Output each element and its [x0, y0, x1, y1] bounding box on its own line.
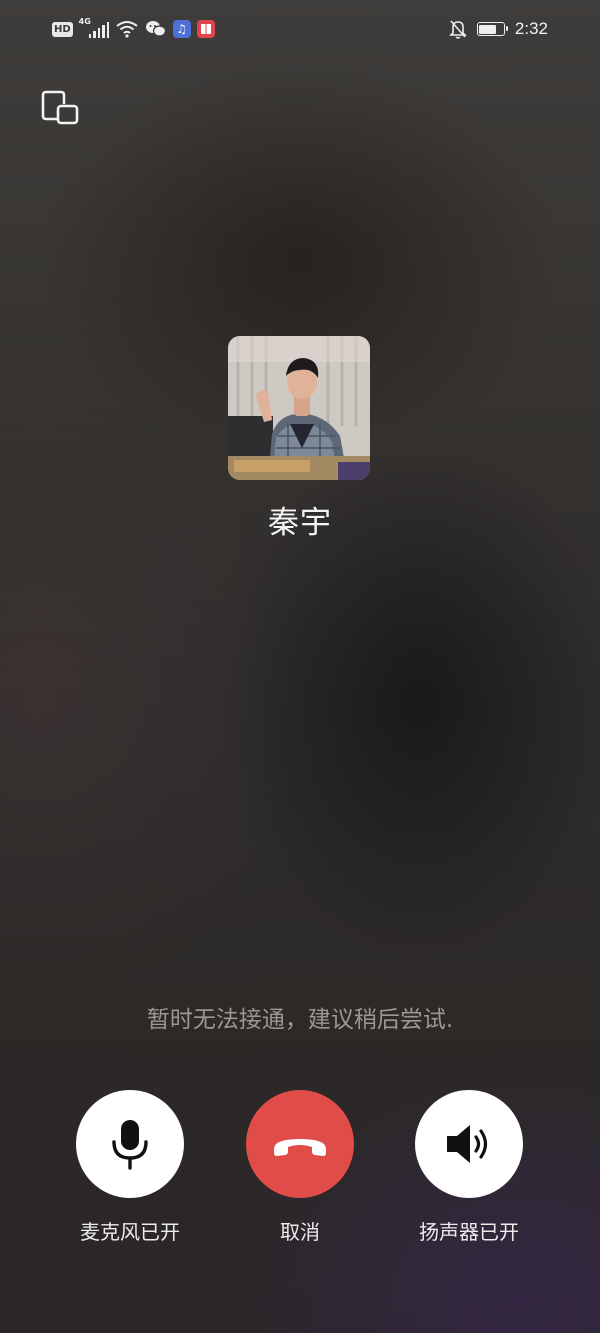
microphone-button[interactable]: [76, 1090, 184, 1198]
wechat-icon: [145, 19, 167, 39]
hang-up-button[interactable]: [246, 1090, 354, 1198]
cancel-control: 取消: [230, 1090, 370, 1245]
contact-avatar: [228, 336, 370, 480]
status-time: 2:32: [514, 19, 548, 38]
hd-badge-icon: HD: [52, 21, 73, 37]
speaker-button[interactable]: [415, 1090, 523, 1198]
speaker-label: 扬声器已开: [419, 1220, 519, 1244]
microphone-control: 麦克风已开: [60, 1090, 200, 1245]
status-bar: HD 4G ♫ 2:32: [0, 0, 600, 58]
book-app-icon: [196, 20, 215, 38]
bell-off-icon: [448, 19, 467, 39]
battery-icon: [476, 22, 508, 36]
floating-window-icon: [41, 90, 79, 125]
microphone-icon: [112, 1120, 148, 1170]
speaker-icon: [447, 1125, 488, 1163]
music-app-icon: ♫: [172, 20, 191, 38]
call-status-message: 暂时无法接通，建议稍后尝试.: [146, 1007, 454, 1033]
status-bar-right: 2:32: [448, 18, 548, 40]
wifi-icon: [115, 19, 139, 39]
hang-up-icon: [274, 1139, 326, 1156]
status-bar-left: HD 4G ♫: [52, 17, 215, 40]
battery-fill: [479, 24, 497, 34]
contact-name: 秦宇: [268, 505, 332, 541]
microphone-label: 麦克风已开: [80, 1220, 180, 1244]
cancel-label: 取消: [280, 1220, 320, 1244]
signal-icon: 4G: [79, 17, 110, 39]
speaker-control: 扬声器已开: [399, 1090, 539, 1245]
floating-window-button[interactable]: [40, 88, 80, 128]
